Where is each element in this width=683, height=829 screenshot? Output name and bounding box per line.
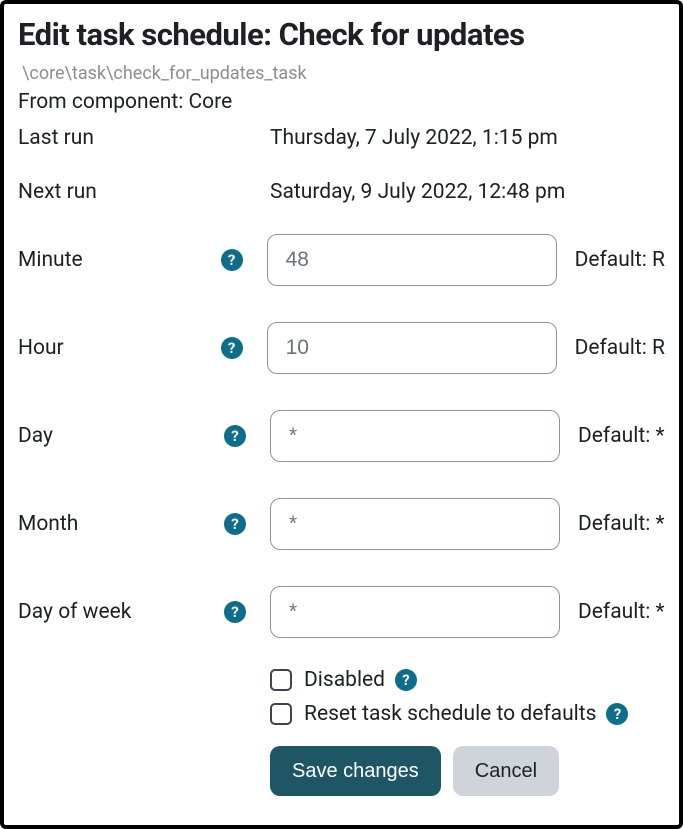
dow-input[interactable] (270, 586, 560, 638)
cancel-button[interactable]: Cancel (453, 746, 559, 796)
last-run-value: Thursday, 7 July 2022, 1:15 pm (270, 126, 558, 150)
checkbox-section: Disabled ? Reset task schedule to defaul… (270, 668, 665, 726)
day-hint: Default: * (578, 424, 665, 448)
dow-hint: Default: * (578, 600, 665, 624)
last-run-row: Last run Thursday, 7 July 2022, 1:15 pm (18, 126, 665, 150)
edit-task-schedule-page: Edit task schedule: Check for updates \c… (0, 0, 683, 829)
task-classpath: \core\task\check_for_updates_task (22, 63, 665, 84)
day-row: Day ? Default: * (18, 410, 665, 462)
hour-hint: Default: R (575, 336, 665, 360)
last-run-label: Last run (18, 126, 270, 150)
month-row: Month ? Default: * (18, 498, 665, 550)
minute-hint: Default: R (575, 248, 665, 272)
hour-input[interactable] (267, 322, 557, 374)
minute-input[interactable] (267, 234, 557, 286)
month-label: Month (18, 512, 78, 536)
next-run-row: Next run Saturday, 9 July 2022, 12:48 pm (18, 180, 665, 204)
help-icon[interactable]: ? (224, 425, 246, 447)
day-label: Day (18, 424, 53, 448)
disabled-label: Disabled (304, 668, 385, 692)
reset-row: Reset task schedule to defaults ? (270, 702, 665, 726)
day-input[interactable] (270, 410, 560, 462)
next-run-value: Saturday, 9 July 2022, 12:48 pm (270, 180, 565, 204)
save-button[interactable]: Save changes (270, 746, 441, 796)
help-icon[interactable]: ? (606, 703, 628, 725)
hour-row: Hour ? Default: R (18, 322, 665, 374)
disabled-row: Disabled ? (270, 668, 665, 692)
help-icon[interactable]: ? (224, 601, 246, 623)
help-icon[interactable]: ? (221, 249, 243, 271)
dow-label: Day of week (18, 600, 131, 624)
dow-row: Day of week ? Default: * (18, 586, 665, 638)
help-icon[interactable]: ? (395, 669, 417, 691)
reset-label: Reset task schedule to defaults (304, 702, 596, 726)
minute-row: Minute ? Default: R (18, 234, 665, 286)
month-input[interactable] (270, 498, 560, 550)
component-label: From component: Core (18, 90, 665, 114)
button-row: Save changes Cancel (270, 746, 665, 796)
help-icon[interactable]: ? (221, 337, 243, 359)
reset-checkbox[interactable] (270, 703, 292, 725)
hour-label: Hour (18, 336, 64, 360)
disabled-checkbox[interactable] (270, 669, 292, 691)
minute-label: Minute (18, 248, 83, 272)
month-hint: Default: * (578, 512, 665, 536)
page-title: Edit task schedule: Check for updates (18, 16, 665, 53)
help-icon[interactable]: ? (224, 513, 246, 535)
next-run-label: Next run (18, 180, 270, 204)
